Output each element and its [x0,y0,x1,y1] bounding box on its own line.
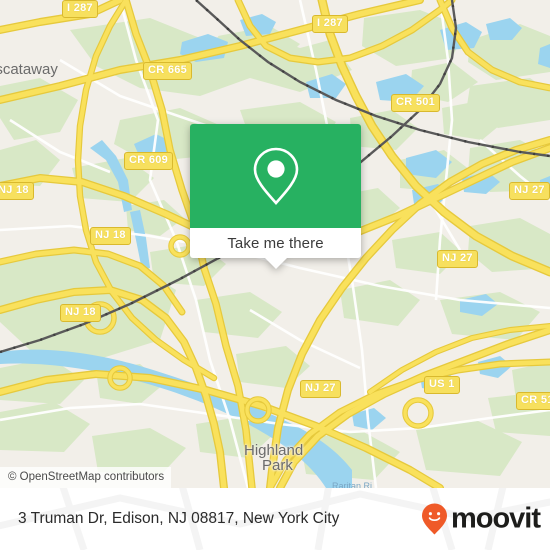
road-shield: CR 501 [391,94,441,112]
water-label-raritan-river: Raritan Ri [332,481,373,488]
popup-header [190,124,361,228]
popup-action-label: Take me there [227,234,324,252]
map-canvas[interactable]: I 287 I 287 CR 665 CR 501 CR 609 NJ 18 N… [0,0,550,488]
road-shield: NJ 18 [60,304,101,322]
popup-tail-pointer [264,258,287,269]
location-popup-card[interactable]: Take me there [190,124,361,269]
address-label: 3 Truman Dr, Edison, NJ 08817, New York … [18,510,340,527]
road-shield: I 287 [62,0,98,18]
moovit-pin-icon [421,503,447,535]
moovit-map-screen: I 287 I 287 CR 665 CR 501 CR 609 NJ 18 N… [0,0,550,550]
place-label-highland-park: Park [262,457,293,474]
map-attribution[interactable]: © OpenStreetMap contributors [0,467,172,488]
popup-action-button[interactable]: Take me there [190,228,361,258]
map-pin-icon [253,147,298,205]
place-label-highland-park: Highland [244,442,304,459]
road-shield: CR 514 [516,392,550,410]
place-label-piscataway: iscataway [0,61,58,78]
road-shield: CR 609 [124,152,174,170]
footer-bar: 3 Truman Dr, Edison, NJ 08817, New York … [0,488,550,550]
road-shield: NJ 18 [90,227,131,245]
moovit-logo[interactable]: moovit [421,502,541,536]
road-shield: CR 665 [143,62,193,80]
road-shield: NJ 27 [300,380,341,398]
road-shield: US 1 [424,376,460,394]
moovit-wordmark: moovit [450,502,541,535]
road-shield: NJ 27 [509,182,550,200]
road-shield: I 287 [312,15,348,33]
road-shield: NJ 27 [437,250,478,268]
road-shield: NJ 18 [0,182,34,200]
